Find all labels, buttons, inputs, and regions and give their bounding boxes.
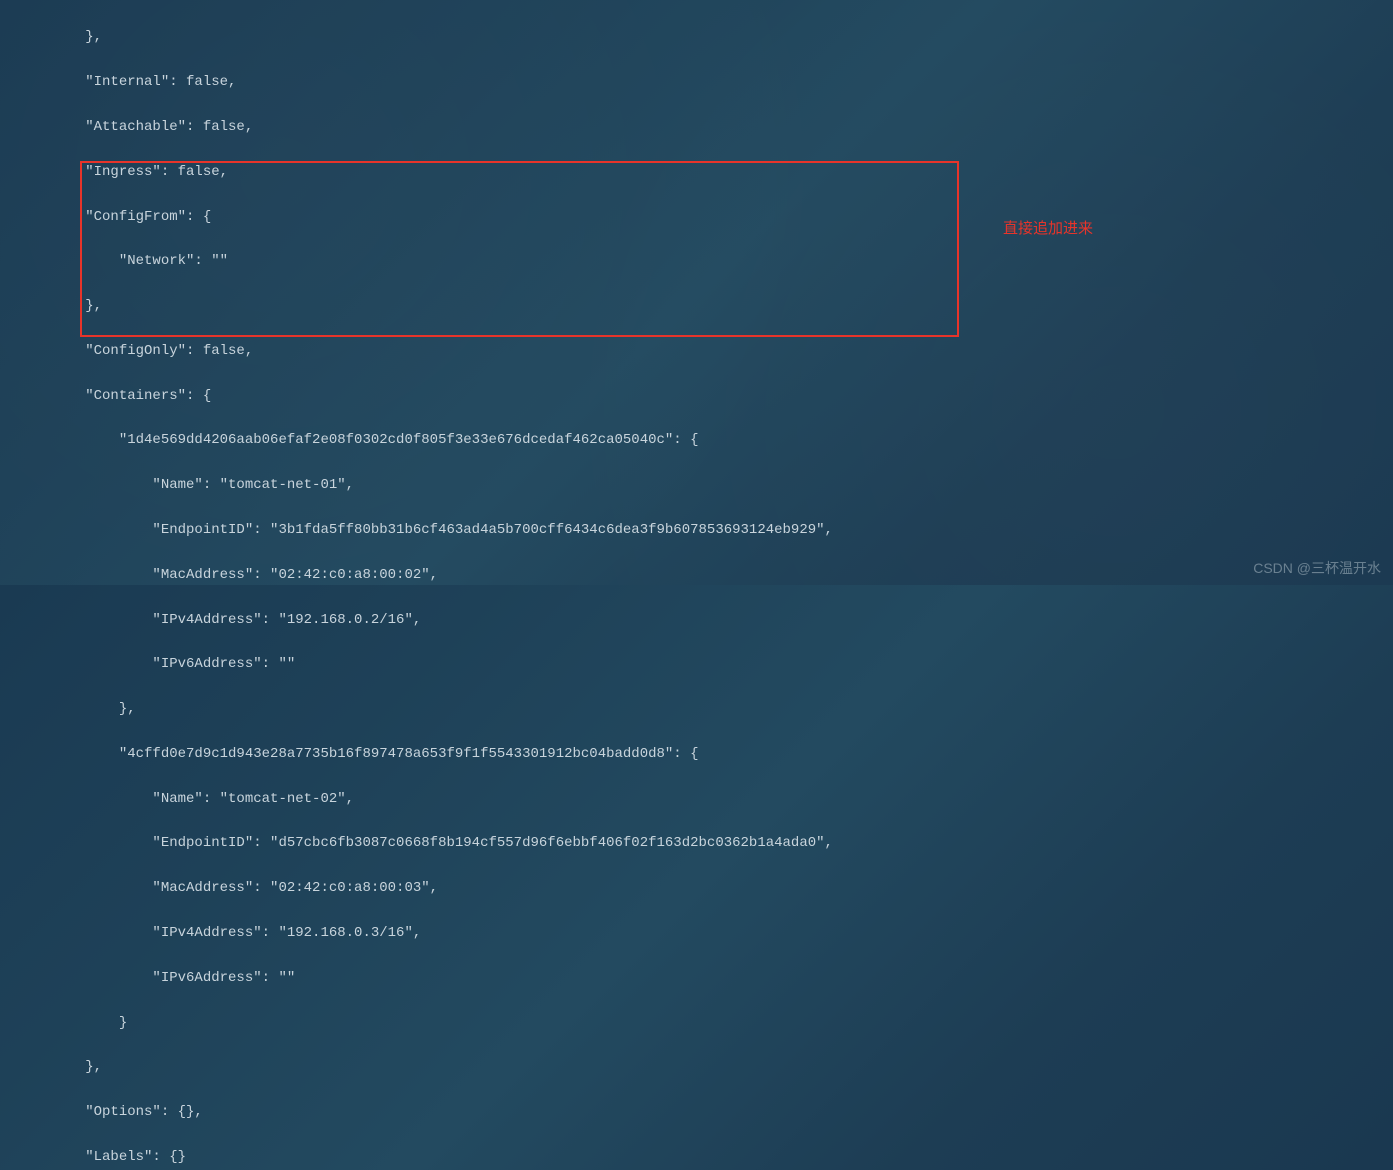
code-line: "MacAddress": "02:42:c0:a8:00:02", xyxy=(18,564,1393,586)
code-line: }, xyxy=(18,698,1393,720)
code-line: "ConfigFrom": { xyxy=(18,206,1393,228)
code-line: "Network": "" xyxy=(18,250,1393,272)
code-line: "Attachable": false, xyxy=(18,116,1393,138)
code-line: "IPv6Address": "" xyxy=(18,967,1393,989)
code-line: "IPv4Address": "192.168.0.2/16", xyxy=(18,609,1393,631)
code-line: "4cffd0e7d9c1d943e28a7735b16f897478a653f… xyxy=(18,743,1393,765)
code-line: }, xyxy=(18,1056,1393,1078)
code-line: "IPv6Address": "" xyxy=(18,653,1393,675)
code-line: "Options": {}, xyxy=(18,1101,1393,1123)
code-line: "EndpointID": "d57cbc6fb3087c0668f8b194c… xyxy=(18,832,1393,854)
code-line: }, xyxy=(18,295,1393,317)
code-line: } xyxy=(18,1012,1393,1034)
code-line: }, xyxy=(18,26,1393,48)
code-line: "IPv4Address": "192.168.0.3/16", xyxy=(18,922,1393,944)
code-line: "Name": "tomcat-net-01", xyxy=(18,474,1393,496)
watermark-text: CSDN @三杯温开水 xyxy=(1253,557,1381,579)
code-line: "Ingress": false, xyxy=(18,161,1393,183)
terminal-output: }, "Internal": false, "Attachable": fals… xyxy=(0,0,1393,1170)
code-line: "EndpointID": "3b1fda5ff80bb31b6cf463ad4… xyxy=(18,519,1393,541)
code-line: "1d4e569dd4206aab06efaf2e08f0302cd0f805f… xyxy=(18,429,1393,451)
code-line: "Internal": false, xyxy=(18,71,1393,93)
code-line: "Labels": {} xyxy=(18,1146,1393,1168)
code-line: "MacAddress": "02:42:c0:a8:00:03", xyxy=(18,877,1393,899)
annotation-label: 直接追加进来 xyxy=(1003,217,1093,241)
code-line: "Containers": { xyxy=(18,385,1393,407)
code-line: "Name": "tomcat-net-02", xyxy=(18,788,1393,810)
code-line: "ConfigOnly": false, xyxy=(18,340,1393,362)
